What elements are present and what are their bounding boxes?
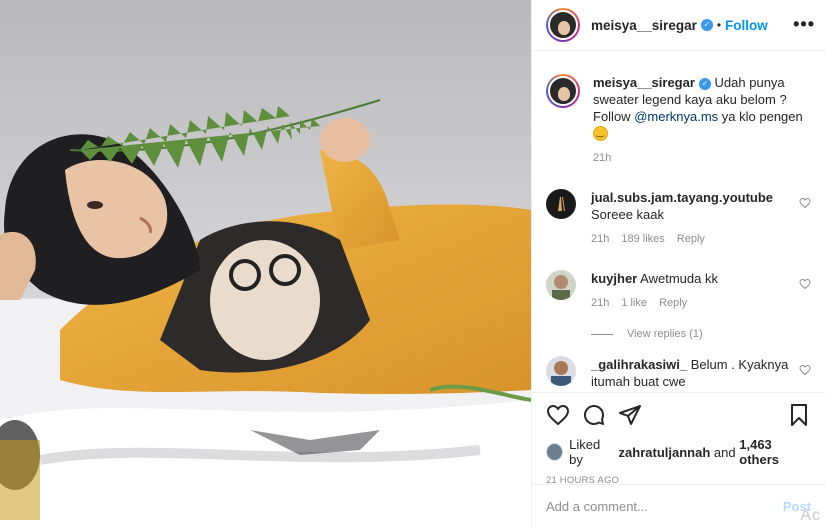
person-avatar-icon [551, 361, 571, 386]
comment-time[interactable]: 21h [591, 295, 609, 312]
follow-button[interactable]: Follow [725, 18, 768, 33]
replies-divider [591, 333, 613, 335]
comment-likes[interactable]: 189 likes [621, 231, 664, 248]
liker-username[interactable]: zahratuljannah [619, 445, 711, 460]
comment-text: Awetmuda kk [640, 271, 718, 286]
verified-badge-icon: ✓ [698, 78, 711, 90]
person-avatar-icon [552, 275, 570, 300]
add-comment-bar: Post [532, 484, 825, 527]
comment-body: _galihrakasiwi_ Belum . Kyaknya itumah b… [591, 356, 806, 390]
comment-input[interactable] [546, 498, 783, 514]
view-replies-label[interactable]: View replies (1) [627, 328, 703, 340]
comment-body: kuyjher Awetmuda kk 21h 1 like Reply [591, 270, 806, 312]
likes-others-count[interactable]: 1,463 others [739, 437, 811, 467]
comment-username[interactable]: _galihrakasiwi_ [591, 357, 687, 372]
caption-avatar[interactable] [548, 76, 578, 106]
comment-meta: 21h 1 like Reply [591, 295, 806, 312]
caption-avatar-ring[interactable] [546, 74, 580, 108]
caption-username[interactable]: meisya__siregar [593, 75, 695, 90]
caption-body: meisya__siregar ✓ Udah punya sweater lege… [593, 74, 811, 167]
verified-badge-icon: ✓ [700, 19, 713, 31]
comment-meta: 21h 189 likes Reply [591, 231, 806, 248]
view-replies-button[interactable]: View replies (1) [591, 328, 811, 340]
comment-username[interactable]: kuyjher [591, 271, 637, 286]
comment-avatar[interactable] [546, 270, 576, 300]
action-icons [546, 403, 811, 427]
comment-heart-icon[interactable] [799, 197, 811, 209]
reply-button[interactable]: Reply [659, 295, 687, 312]
activation-watermark: Ac [800, 507, 821, 524]
comment-heart-icon[interactable] [799, 278, 811, 290]
likes-summary: Liked by zahratuljannah and 1,463 others [546, 437, 811, 467]
comments-section[interactable]: meisya__siregar ✓ Udah punya sweater lege… [532, 52, 825, 391]
caption-text-end: ya klo pengen [718, 109, 803, 124]
comment-body: jual.subs.jam.tayang.youtube Soreee kaak… [591, 189, 806, 248]
comment-likes[interactable]: 1 like [621, 295, 647, 312]
author-avatar[interactable] [548, 10, 578, 40]
likes-and: and [713, 444, 736, 460]
comment-heart-icon[interactable] [799, 364, 811, 376]
comment-time[interactable]: 21h [591, 231, 609, 248]
author-avatar-ring[interactable] [546, 8, 580, 42]
post-caption: meisya__siregar ✓ Udah punya sweater lege… [546, 74, 811, 167]
post-side-panel: meisya__siregar ✓ • Follow ••• meisya__s… [531, 0, 825, 527]
comment-item: jual.subs.jam.tayang.youtube Soreee kaak… [546, 189, 811, 248]
reply-button[interactable]: Reply [677, 231, 705, 248]
comment-item: kuyjher Awetmuda kk 21h 1 like Reply [546, 270, 811, 312]
heart-icon[interactable] [546, 403, 570, 427]
comment-username[interactable]: jual.subs.jam.tayang.youtube [591, 190, 773, 205]
post-actions: Liked by zahratuljannah and 1,463 others… [532, 392, 825, 486]
bookmark-icon[interactable] [787, 403, 811, 427]
liker-avatar[interactable] [546, 443, 564, 461]
post-header: meisya__siregar ✓ • Follow ••• [532, 0, 825, 51]
praying-hands-avatar-icon [558, 197, 565, 211]
post-image [0, 0, 531, 527]
instagram-post: meisya__siregar ✓ • Follow ••• meisya__s… [0, 0, 825, 527]
caption-mention-link[interactable]: @merknya.ms [634, 109, 718, 124]
smiling-emoji-icon [593, 124, 608, 141]
caption-time[interactable]: 21h [593, 150, 811, 167]
comment-item: _galihrakasiwi_ Belum . Kyaknya itumah b… [546, 356, 811, 390]
header-separator: • [716, 18, 722, 32]
paper-plane-icon[interactable] [618, 403, 642, 427]
author-username[interactable]: meisya__siregar [591, 18, 697, 33]
comment-text: Soreee kaak [591, 207, 664, 222]
comment-icon[interactable] [582, 403, 606, 427]
more-options-icon[interactable]: ••• [793, 14, 815, 35]
comment-avatar[interactable] [546, 189, 576, 219]
liked-by-prefix: Liked by [569, 437, 601, 467]
post-photo[interactable] [0, 0, 531, 527]
comment-avatar[interactable] [546, 356, 576, 386]
